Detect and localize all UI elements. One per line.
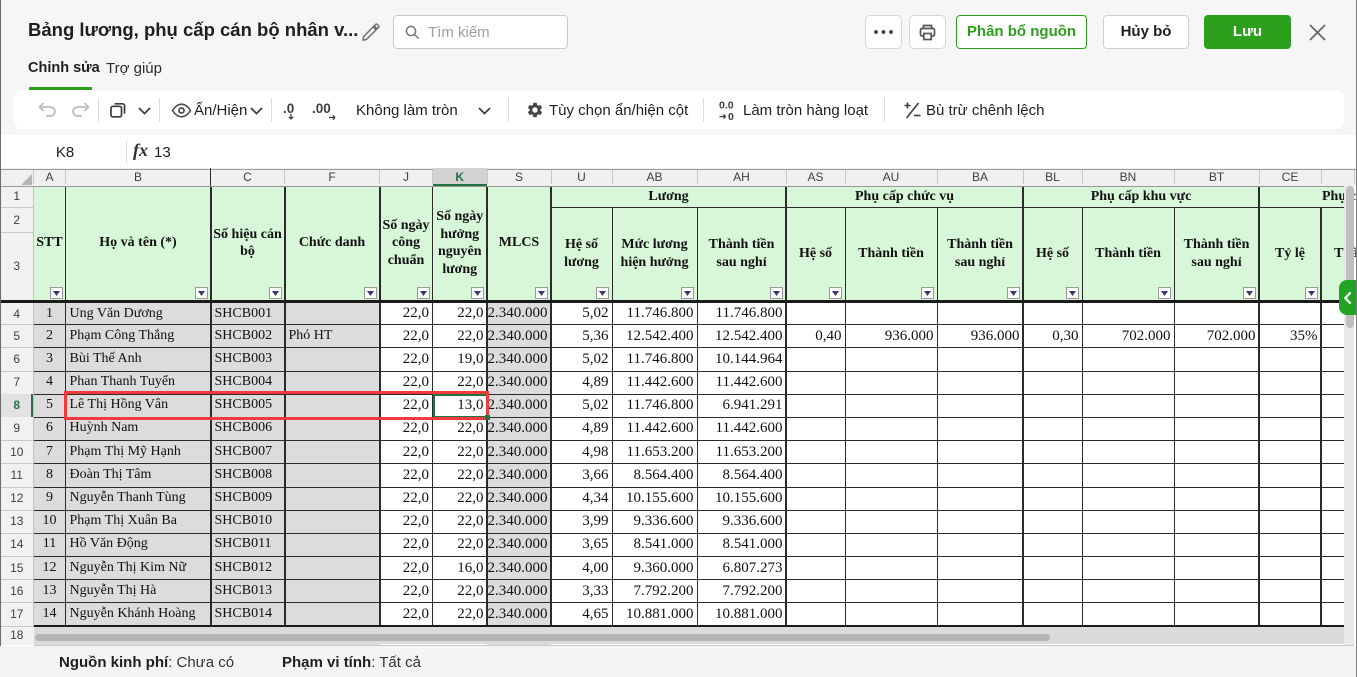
svg-text:.0: .0 — [283, 101, 294, 116]
svg-text:0.0: 0.0 — [719, 100, 734, 112]
svg-text:0: 0 — [728, 111, 734, 122]
svg-text:.00: .00 — [312, 101, 331, 116]
